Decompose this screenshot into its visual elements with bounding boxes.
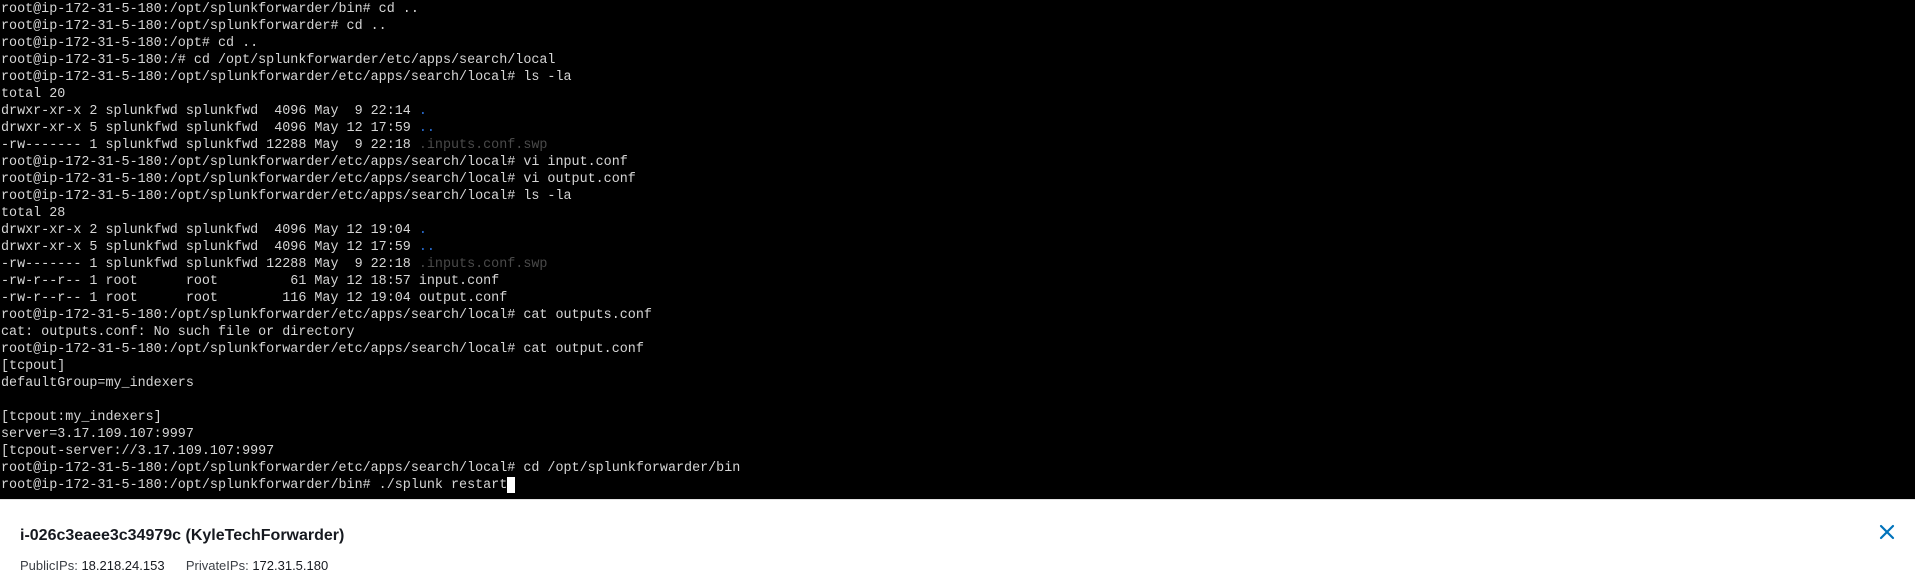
public-ips-label: PublicIPs:	[20, 558, 78, 573]
terminal-text: drwxr-xr-x 2 splunkfwd splunkfwd 4096 Ma…	[1, 104, 419, 119]
close-button[interactable]	[1875, 520, 1899, 544]
terminal-text: root@ip-172-31-5-180:/opt/splunkforwarde…	[1, 19, 387, 34]
terminal-line: -rw------- 1 splunkfwd splunkfwd 12288 M…	[1, 256, 1915, 273]
terminal-text: drwxr-xr-x 5 splunkfwd splunkfwd 4096 Ma…	[1, 121, 419, 136]
terminal-line: defaultGroup=my_indexers	[1, 375, 1915, 392]
terminal-line: root@ip-172-31-5-180:/opt/splunkforwarde…	[1, 188, 1915, 205]
terminal-text: root@ip-172-31-5-180:/opt/splunkforwarde…	[1, 189, 572, 204]
terminal-line: root@ip-172-31-5-180:/opt/splunkforwarde…	[1, 341, 1915, 358]
terminal-text: ..	[418, 240, 435, 255]
terminal-line: -rw-r--r-- 1 root root 61 May 12 18:57 i…	[1, 273, 1915, 290]
terminal-text: .inputs.conf.swp	[418, 138, 548, 153]
terminal-line: root@ip-172-31-5-180:/opt/splunkforwarde…	[1, 1, 1915, 18]
terminal-text: .	[418, 223, 427, 238]
terminal-line: root@ip-172-31-5-180:/opt/splunkforwarde…	[1, 171, 1915, 188]
terminal-text: drwxr-xr-x 5 splunkfwd splunkfwd 4096 Ma…	[1, 240, 419, 255]
terminal-text: -rw-r--r-- 1 root root 61 May 12 18:57 i…	[1, 274, 500, 289]
terminal-text: total 20	[1, 87, 66, 102]
terminal-text: root@ip-172-31-5-180:/opt/splunkforwarde…	[1, 461, 741, 476]
terminal-line: server=3.17.109.107:9997	[1, 426, 1915, 443]
terminal-text: -rw-r--r-- 1 root root 116 May 12 19:04 …	[1, 291, 508, 306]
instance-title: i-026c3eaee3c34979c (KyleTechForwarder)	[20, 527, 345, 544]
terminal-text: cat: outputs.conf: No such file or direc…	[1, 325, 355, 340]
terminal-line: drwxr-xr-x 5 splunkfwd splunkfwd 4096 Ma…	[1, 239, 1915, 256]
terminal-text: root@ip-172-31-5-180:/opt/splunkforwarde…	[1, 342, 644, 357]
terminal-text: [tcpout-server://3.17.109.107:9997	[1, 444, 275, 459]
terminal-line: root@ip-172-31-5-180:/opt/splunkforwarde…	[1, 69, 1915, 86]
terminal-line: drwxr-xr-x 2 splunkfwd splunkfwd 4096 Ma…	[1, 222, 1915, 239]
terminal-line: root@ip-172-31-5-180:/opt/splunkforwarde…	[1, 18, 1915, 35]
instance-info-panel: i-026c3eaee3c34979c (KyleTechForwarder) …	[0, 499, 1915, 574]
terminal-line: drwxr-xr-x 2 splunkfwd splunkfwd 4096 Ma…	[1, 103, 1915, 120]
close-icon	[1879, 524, 1895, 540]
terminal-line: -rw------- 1 splunkfwd splunkfwd 12288 M…	[1, 137, 1915, 154]
terminal-output: root@ip-172-31-5-180:/opt/splunkforwarde…	[1, 1, 1915, 494]
terminal-line: [tcpout]	[1, 358, 1915, 375]
terminal-text: root@ip-172-31-5-180:/opt/splunkforwarde…	[1, 70, 572, 85]
terminal-line: total 28	[1, 205, 1915, 222]
terminal-text: drwxr-xr-x 2 splunkfwd splunkfwd 4096 Ma…	[1, 223, 419, 238]
ip-addresses-row: PublicIPs: 18.218.24.153 PrivateIPs: 172…	[20, 558, 328, 573]
terminal-text: root@ip-172-31-5-180:/opt/splunkforwarde…	[1, 172, 636, 187]
terminal-window[interactable]: root@ip-172-31-5-180:/opt/splunkforwarde…	[0, 0, 1915, 499]
terminal-text: root@ip-172-31-5-180:/opt/splunkforwarde…	[1, 478, 508, 493]
terminal-line: [tcpout:my_indexers]	[1, 409, 1915, 426]
terminal-text: .inputs.conf.swp	[418, 257, 548, 272]
terminal-line: [tcpout-server://3.17.109.107:9997	[1, 443, 1915, 460]
terminal-text: ..	[418, 121, 435, 136]
terminal-line: root@ip-172-31-5-180:/opt# cd ..	[1, 35, 1915, 52]
terminal-line: root@ip-172-31-5-180:/# cd /opt/splunkfo…	[1, 52, 1915, 69]
terminal-text: -rw------- 1 splunkfwd splunkfwd 12288 M…	[1, 257, 419, 272]
terminal-line: root@ip-172-31-5-180:/opt/splunkforwarde…	[1, 460, 1915, 477]
terminal-text: [tcpout]	[1, 359, 66, 374]
terminal-text: root@ip-172-31-5-180:/# cd /opt/splunkfo…	[1, 53, 556, 68]
terminal-line: -rw-r--r-- 1 root root 116 May 12 19:04 …	[1, 290, 1915, 307]
terminal-line: root@ip-172-31-5-180:/opt/splunkforwarde…	[1, 307, 1915, 324]
terminal-text: root@ip-172-31-5-180:/opt/splunkforwarde…	[1, 308, 652, 323]
terminal-line: root@ip-172-31-5-180:/opt/splunkforwarde…	[1, 154, 1915, 171]
terminal-line: drwxr-xr-x 5 splunkfwd splunkfwd 4096 Ma…	[1, 120, 1915, 137]
terminal-line: cat: outputs.conf: No such file or direc…	[1, 324, 1915, 341]
terminal-text: root@ip-172-31-5-180:/opt# cd ..	[1, 36, 259, 51]
terminal-text: server=3.17.109.107:9997	[1, 427, 194, 442]
terminal-text: defaultGroup=my_indexers	[1, 376, 194, 391]
terminal-text: root@ip-172-31-5-180:/opt/splunkforwarde…	[1, 155, 628, 170]
terminal-text: root@ip-172-31-5-180:/opt/splunkforwarde…	[1, 2, 419, 17]
private-ips-label: PrivateIPs:	[185, 558, 249, 573]
terminal-line: root@ip-172-31-5-180:/opt/splunkforwarde…	[1, 477, 1915, 494]
public-ips-value: 18.218.24.153	[81, 558, 165, 573]
private-ips-value: 172.31.5.180	[252, 558, 329, 573]
terminal-text: -rw------- 1 splunkfwd splunkfwd 12288 M…	[1, 138, 419, 153]
terminal-cursor	[507, 477, 516, 493]
terminal-text: [tcpout:my_indexers]	[1, 410, 162, 425]
terminal-text: .	[418, 104, 427, 119]
terminal-text: total 28	[1, 206, 66, 221]
terminal-line: total 20	[1, 86, 1915, 103]
